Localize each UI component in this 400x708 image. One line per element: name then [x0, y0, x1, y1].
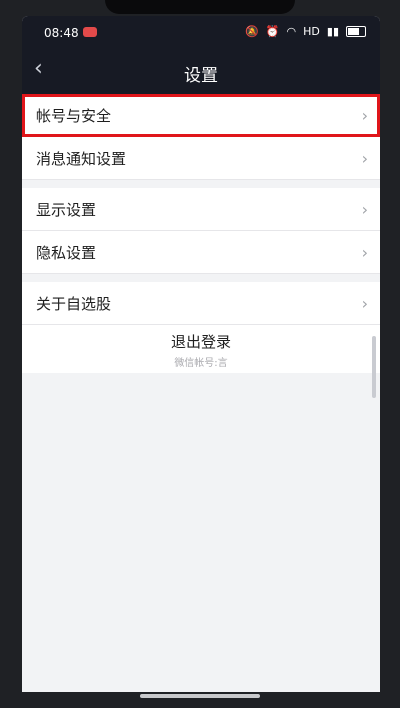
navigation-bar: ‹ 设置 — [22, 50, 380, 94]
section-divider — [22, 180, 380, 188]
battery-icon — [346, 26, 366, 37]
settings-group-3: 关于自选股 › — [22, 282, 380, 325]
status-time: 08:48 — [44, 26, 79, 40]
logout-button[interactable]: 退出登录 微信帐号:言 — [22, 325, 380, 373]
chevron-right-icon: › — [361, 199, 368, 219]
settings-item-label: 帐号与安全 — [36, 106, 112, 125]
settings-item-label: 显示设置 — [36, 200, 97, 219]
settings-item-label: 消息通知设置 — [36, 149, 127, 168]
network-type: HD — [303, 25, 320, 38]
status-bar: 08:48 🔕 ⏰ ◠ HD ▮▮ — [22, 16, 380, 50]
chevron-right-icon: › — [361, 148, 368, 168]
settings-item-account-security[interactable]: 帐号与安全 › — [22, 94, 380, 137]
settings-item-label: 关于自选股 — [36, 294, 112, 313]
settings-item-privacy[interactable]: 隐私设置 › — [22, 231, 380, 274]
wechat-account-text: 微信帐号:言 — [174, 358, 228, 369]
settings-item-label: 隐私设置 — [36, 243, 97, 262]
settings-item-notifications[interactable]: 消息通知设置 › — [22, 137, 380, 180]
chevron-right-icon: › — [361, 293, 368, 313]
chevron-right-icon: › — [361, 242, 368, 262]
settings-group-1: 帐号与安全 › 消息通知设置 › — [22, 94, 380, 180]
camera-notch — [105, 0, 295, 14]
signal-icon: ▮▮ — [326, 25, 339, 38]
logout-label: 退出登录 — [170, 333, 231, 351]
settings-group-2: 显示设置 › 隐私设置 › — [22, 188, 380, 274]
app-screen: 08:48 🔕 ⏰ ◠ HD ▮▮ ‹ 设置 帐号与安全 › 消息通知设置 › — [22, 16, 380, 692]
app-notification-icon — [83, 27, 97, 37]
scrollbar[interactable] — [372, 336, 376, 398]
section-divider — [22, 274, 380, 282]
wifi-icon: ◠ — [286, 25, 297, 38]
mute-icon: 🔕 — [245, 25, 259, 38]
alarm-icon: ⏰ — [265, 25, 280, 38]
settings-item-display[interactable]: 显示设置 › — [22, 188, 380, 231]
settings-item-about[interactable]: 关于自选股 › — [22, 282, 380, 325]
chevron-right-icon: › — [361, 105, 368, 125]
status-icons: 🔕 ⏰ ◠ HD ▮▮ — [245, 25, 366, 38]
page-title: 设置 — [184, 66, 218, 86]
home-indicator[interactable] — [140, 694, 260, 698]
phone-frame: 08:48 🔕 ⏰ ◠ HD ▮▮ ‹ 设置 帐号与安全 › 消息通知设置 › — [0, 0, 400, 708]
